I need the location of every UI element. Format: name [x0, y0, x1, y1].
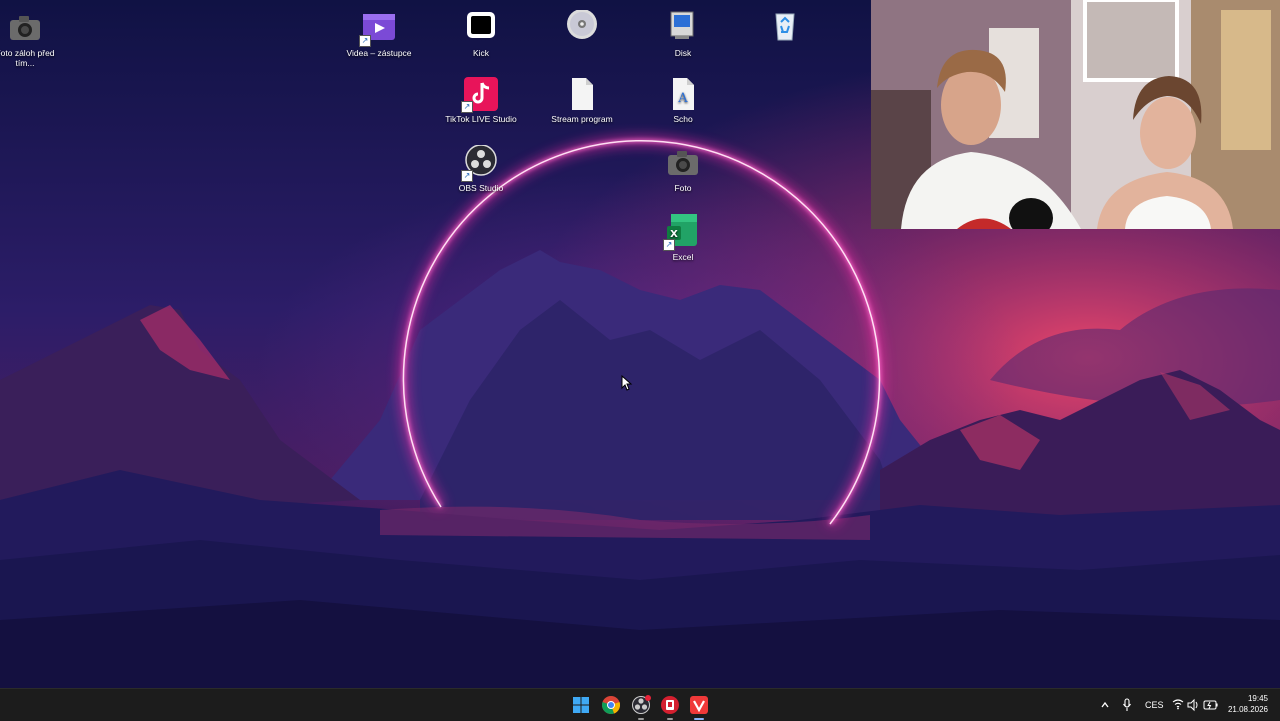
- recycle-bin-icon: [767, 10, 803, 46]
- vivaldi-icon: [690, 696, 708, 714]
- obs-icon: [632, 695, 651, 714]
- desktop-icon-label: Stream program: [551, 114, 613, 124]
- taskbar: CES 19:45 21.08.2026: [0, 688, 1280, 721]
- desktop-icon-label: OBS Studio: [458, 183, 504, 193]
- document-icon: [564, 76, 600, 112]
- obs-studio-icon: ↗: [461, 145, 499, 182]
- shortcut-arrow-icon: ↗: [359, 35, 371, 47]
- desktop-icon-foto[interactable]: Foto: [645, 145, 721, 193]
- chrome-icon: [601, 696, 621, 715]
- computer-icon: [665, 10, 701, 46]
- cd-disc-icon: [564, 10, 600, 46]
- wifi-button[interactable]: [1172, 689, 1184, 721]
- desktop-icon-tiktok[interactable]: ↗ TikTok LIVE Studio: [443, 76, 519, 124]
- taskbar-red-app[interactable]: [659, 694, 681, 716]
- windows-start-icon: [573, 697, 589, 713]
- desktop-icon-scho[interactable]: A Scho: [645, 76, 721, 124]
- desktop-icon-label: [544, 48, 620, 58]
- desktop-icon-disc[interactable]: [544, 10, 620, 58]
- chevron-up-icon: [1101, 701, 1109, 708]
- taskbar-obs[interactable]: [630, 694, 652, 716]
- battery-button[interactable]: [1203, 689, 1219, 721]
- volume-button[interactable]: [1187, 689, 1199, 721]
- desktop-icon-stream[interactable]: Stream program: [544, 76, 620, 124]
- taskbar-chrome[interactable]: [600, 694, 622, 716]
- webcam-overlay: [871, 0, 1280, 229]
- desktop-icon-label: Foto záloh před tím...: [0, 48, 55, 68]
- speaker-icon: [1187, 698, 1198, 712]
- desktop-icon-foto-zaloh[interactable]: Foto záloh před tím...: [0, 10, 63, 68]
- show-hidden-icons-button[interactable]: [1100, 689, 1110, 721]
- video-folder-icon: ↗: [359, 10, 397, 47]
- desktop-icon-label: [747, 48, 823, 58]
- clock[interactable]: 19:45 21.08.2026: [1228, 693, 1268, 715]
- tiktok-icon: ↗: [461, 76, 499, 113]
- language-indicator[interactable]: CES: [1145, 689, 1164, 721]
- battery-charging-icon: [1203, 700, 1218, 710]
- shortcut-arrow-icon: ↗: [663, 239, 675, 251]
- svg-text:A: A: [677, 91, 688, 106]
- desktop-icon-label: Disk: [674, 48, 692, 58]
- desktop-icon-label: Kick: [472, 48, 490, 58]
- desktop-icon-excel[interactable]: X ↗ Excel: [645, 214, 721, 262]
- webcam-feed: [871, 0, 1280, 229]
- desktop-icon-obs[interactable]: ↗ OBS Studio: [443, 145, 519, 193]
- shortcut-arrow-icon: ↗: [461, 170, 473, 182]
- microphone-icon: [1123, 698, 1131, 711]
- excel-icon: X ↗: [663, 214, 701, 251]
- desktop-icon-kick[interactable]: Kick: [443, 10, 519, 58]
- desktop-icon-label: Excel: [672, 252, 694, 262]
- clock-time: 19:45: [1247, 694, 1268, 703]
- microphone-button[interactable]: [1122, 689, 1132, 721]
- monitor-icon: [463, 10, 499, 46]
- desktop-icon-videa[interactable]: ↗ Videa – zástupce: [341, 10, 417, 58]
- camera-icon: [7, 10, 43, 46]
- font-file-icon: A: [665, 76, 701, 112]
- desktop-icon-disk[interactable]: Disk: [645, 10, 721, 58]
- start-button[interactable]: [570, 694, 592, 716]
- desktop-icon-label: Scho: [673, 114, 693, 124]
- desktop-icon-label: Foto: [674, 183, 692, 193]
- desktop-icon-label: Videa – zástupce: [346, 48, 412, 58]
- shortcut-arrow-icon: ↗: [461, 101, 473, 113]
- red-app-icon: [661, 696, 679, 714]
- mouse-cursor-icon: [621, 375, 633, 391]
- clock-date: 21.08.2026: [1227, 705, 1268, 714]
- desktop-icon-recycle-bin[interactable]: [747, 10, 823, 58]
- wifi-icon: [1172, 699, 1184, 710]
- taskbar-vivaldi[interactable]: [688, 694, 710, 716]
- camera-icon: [665, 145, 701, 181]
- desktop-icon-label: TikTok LIVE Studio: [445, 114, 517, 124]
